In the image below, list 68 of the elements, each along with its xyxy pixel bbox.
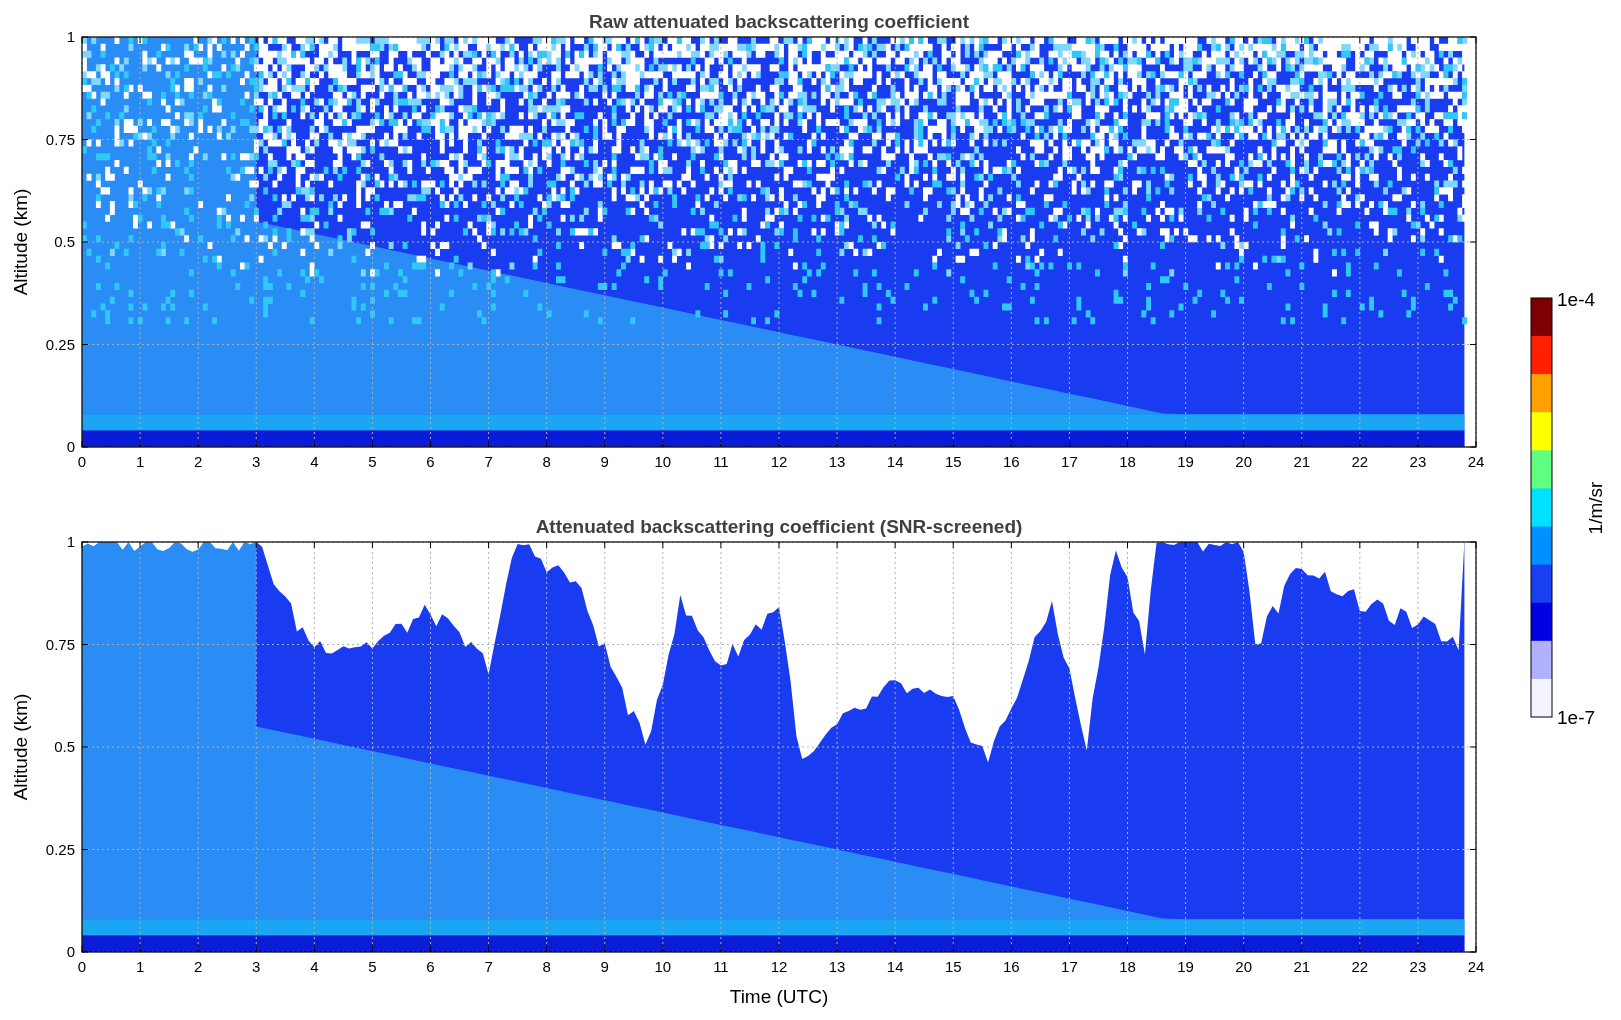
tick-label: 0 (66, 943, 75, 960)
tick-label: 8 (542, 453, 551, 470)
tick-label: 1 (135, 958, 145, 975)
tick-label: 16 (1003, 958, 1020, 975)
tick-label: 19 (1177, 453, 1194, 470)
tick-label: 17 (1061, 453, 1078, 470)
tick-label: 21 (1293, 958, 1311, 975)
tick-label: 23 (1409, 958, 1427, 975)
tick-label: 10 (654, 453, 672, 470)
tick-label: 1 (135, 453, 145, 470)
tick-label: 3 (252, 958, 261, 975)
tick-label: 3 (252, 453, 261, 470)
tick-label: 0.5 (54, 738, 75, 755)
tick-label: 18 (1119, 453, 1136, 470)
tick-label: 1 (66, 28, 75, 45)
tick-label: 20 (1235, 958, 1252, 975)
tick-label: 13 (828, 453, 846, 470)
tick-label: 0.75 (45, 635, 75, 653)
tick-label: 24 (1467, 453, 1485, 470)
tick-label: 0 (66, 438, 75, 455)
tick-label: 9 (600, 958, 609, 975)
tick-label: 0.5 (54, 233, 75, 250)
tick-label: 17 (1061, 958, 1078, 975)
tick-label: 16 (1003, 453, 1020, 470)
tick-label: 12 (770, 453, 788, 470)
tick-label: 10 (654, 958, 672, 975)
tick-label: 4 (310, 453, 319, 470)
colorbar-label: 1/m/sr (1585, 481, 1606, 535)
tick-label: 11 (713, 958, 729, 975)
tick-label: 0 (77, 958, 87, 975)
tick-label: 0.25 (45, 335, 75, 353)
tick-label: 7 (484, 453, 493, 470)
chart-title: Raw attenuated backscattering coefficient (588, 11, 970, 32)
tick-label: 7 (484, 958, 493, 975)
tick-label: 22 (1351, 453, 1369, 470)
tick-label: 2 (194, 958, 203, 975)
tick-label: 23 (1409, 453, 1427, 470)
tick-label: 18 (1119, 958, 1136, 975)
colorbar-max-label: 1e-4 (1557, 289, 1596, 310)
tick-label: 12 (770, 958, 788, 975)
tick-label: 14 (886, 453, 904, 470)
chart-title: Attenuated backscattering coefficient (SNR-screened) (535, 516, 1023, 537)
tick-label: 21 (1293, 453, 1311, 470)
axis-label: Altitude (km) (10, 188, 31, 296)
tick-label: 2 (194, 453, 203, 470)
tick-label: 15 (944, 958, 962, 975)
tick-label: 0.75 (45, 130, 75, 148)
tick-label: 1 (66, 533, 75, 550)
tick-label: 20 (1235, 453, 1252, 470)
tick-label: 24 (1467, 958, 1485, 975)
axis-label: Time (UTC) (729, 986, 829, 1007)
tick-label: 6 (426, 453, 435, 470)
tick-label: 8 (542, 958, 551, 975)
colorbar-min-label: 1e-7 (1557, 707, 1596, 728)
tick-label: 14 (886, 958, 904, 975)
tick-label: 11 (713, 453, 729, 470)
tick-label: 15 (944, 453, 962, 470)
axis-label: Altitude (km) (10, 693, 31, 801)
tick-label: 0 (77, 453, 87, 470)
tick-label: 19 (1177, 958, 1194, 975)
tick-label: 22 (1351, 958, 1369, 975)
tick-label: 13 (828, 958, 846, 975)
tick-label: 0.25 (45, 840, 75, 858)
tick-label: 9 (600, 453, 609, 470)
tick-label: 5 (368, 958, 377, 975)
tick-label: 4 (310, 958, 319, 975)
tick-label: 6 (426, 958, 435, 975)
tick-label: 5 (368, 453, 377, 470)
